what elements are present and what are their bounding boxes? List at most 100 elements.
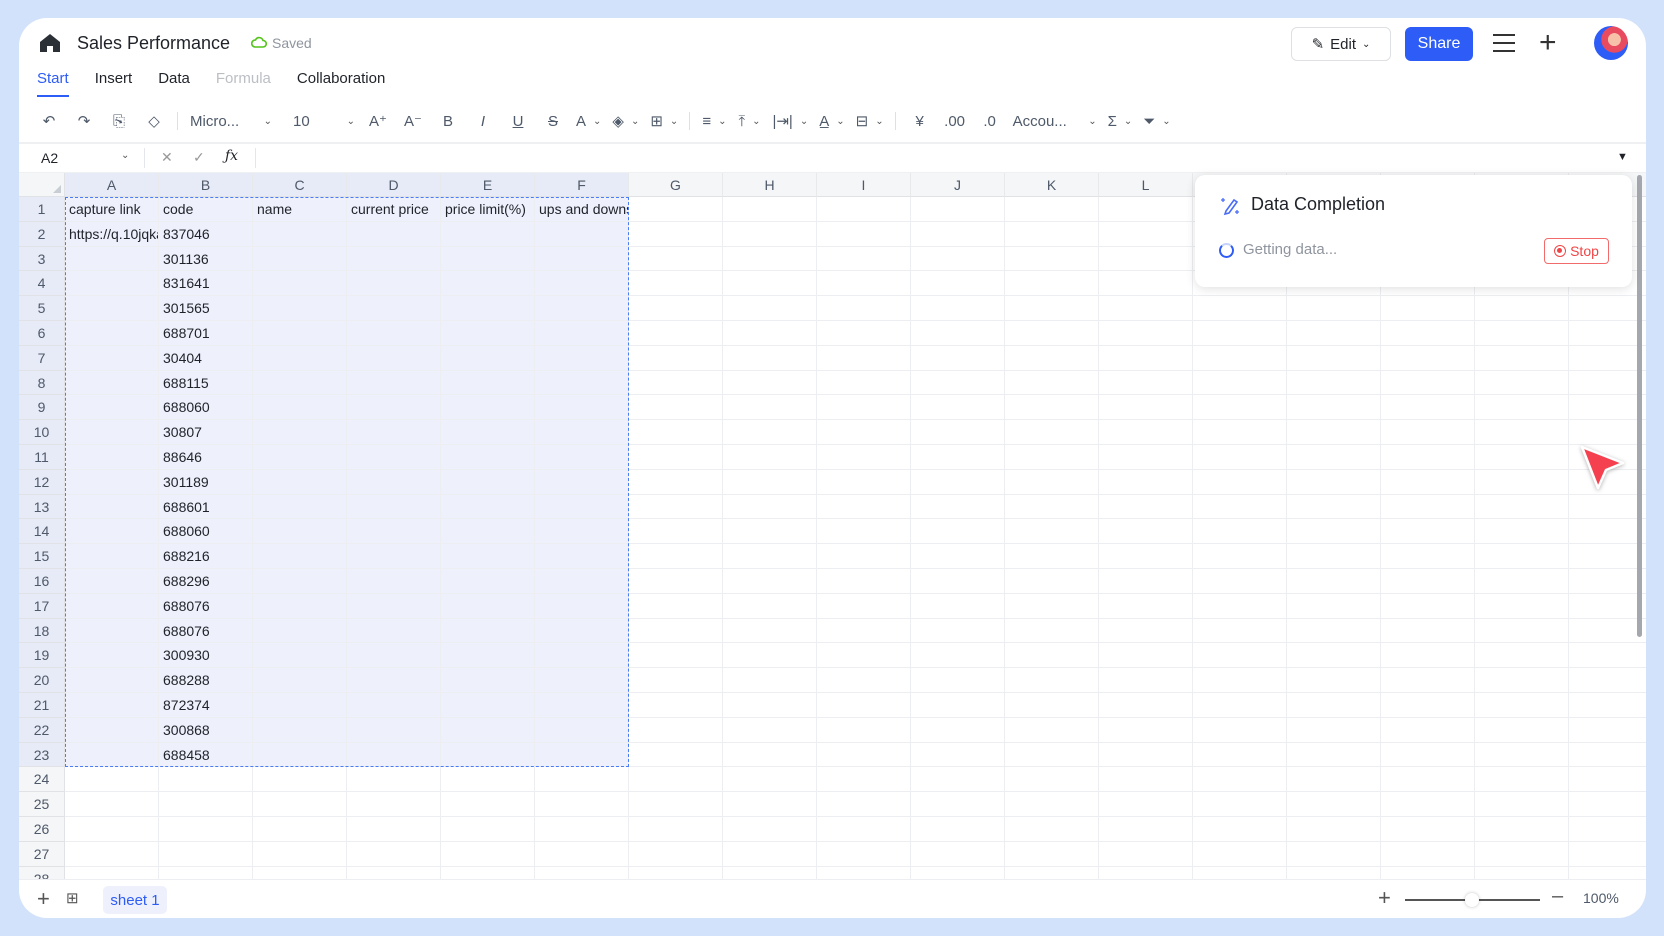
cell-F13[interactable] bbox=[535, 494, 629, 520]
cell-N26[interactable] bbox=[1287, 817, 1381, 842]
cell-J3[interactable] bbox=[911, 246, 1005, 272]
cell-G9[interactable] bbox=[629, 395, 723, 421]
cell-B15[interactable]: 688216 bbox=[159, 544, 253, 569]
add-sheet-icon[interactable]: + bbox=[37, 886, 50, 912]
formula-input[interactable] bbox=[267, 150, 1567, 168]
cell-O5[interactable] bbox=[1381, 296, 1475, 321]
cell-O8[interactable] bbox=[1381, 370, 1475, 396]
column-header[interactable]: J bbox=[911, 173, 1005, 197]
cell-I28[interactable] bbox=[817, 866, 911, 879]
cell-O25[interactable] bbox=[1381, 792, 1475, 817]
cell-C5[interactable] bbox=[253, 296, 347, 321]
sheet-tab[interactable]: sheet 1 bbox=[103, 886, 167, 914]
cell-O6[interactable] bbox=[1381, 321, 1475, 346]
row-header[interactable]: 25 bbox=[19, 792, 65, 817]
cell-Q18[interactable] bbox=[1569, 619, 1646, 644]
cell-K28[interactable] bbox=[1005, 866, 1099, 879]
cell-N24[interactable] bbox=[1287, 767, 1381, 793]
number-format-select[interactable]: Accou... ⌄ bbox=[1013, 108, 1097, 134]
cell-C9[interactable] bbox=[253, 395, 347, 421]
cell-B6[interactable]: 688701 bbox=[159, 321, 253, 346]
cell-D15[interactable] bbox=[347, 544, 441, 569]
cell-O9[interactable] bbox=[1381, 395, 1475, 421]
cell-F22[interactable] bbox=[535, 717, 629, 743]
cell-E22[interactable] bbox=[441, 717, 535, 743]
cell-A7[interactable] bbox=[65, 345, 159, 371]
cell-I11[interactable] bbox=[817, 445, 911, 470]
cell-D22[interactable] bbox=[347, 717, 441, 743]
cell-J7[interactable] bbox=[911, 345, 1005, 371]
cell-L21[interactable] bbox=[1099, 693, 1193, 718]
cell-G14[interactable] bbox=[629, 519, 723, 545]
cell-F18[interactable] bbox=[535, 618, 629, 644]
cell-I24[interactable] bbox=[817, 767, 911, 793]
row-header[interactable]: 5 bbox=[19, 296, 65, 321]
cell-K4[interactable] bbox=[1005, 271, 1099, 297]
cell-M7[interactable] bbox=[1193, 345, 1287, 371]
cell-A2[interactable]: https://q.10jqka bbox=[65, 221, 159, 247]
cell-C12[interactable] bbox=[253, 469, 347, 495]
cell-M28[interactable] bbox=[1193, 866, 1287, 879]
cell-G8[interactable] bbox=[629, 370, 723, 396]
cell-B20[interactable]: 688288 bbox=[159, 668, 253, 693]
column-header[interactable]: I bbox=[817, 173, 911, 197]
row-header[interactable]: 2 bbox=[19, 221, 65, 247]
cell-H12[interactable] bbox=[723, 469, 817, 495]
cell-K19[interactable] bbox=[1005, 643, 1099, 669]
cell-N22[interactable] bbox=[1287, 717, 1381, 743]
cell-A23[interactable] bbox=[65, 742, 159, 768]
cell-F1[interactable]: ups and downs bbox=[535, 197, 629, 222]
cell-K11[interactable] bbox=[1005, 445, 1099, 470]
cell-E1[interactable]: price limit(%) bbox=[441, 197, 535, 222]
cell-L14[interactable] bbox=[1099, 519, 1193, 545]
cell-O16[interactable] bbox=[1381, 569, 1475, 594]
cell-G4[interactable] bbox=[629, 271, 723, 297]
cell-H21[interactable] bbox=[723, 693, 817, 718]
cell-B4[interactable]: 831641 bbox=[159, 271, 253, 297]
cell-A11[interactable] bbox=[65, 445, 159, 470]
cell-M22[interactable] bbox=[1193, 717, 1287, 743]
cell-K20[interactable] bbox=[1005, 668, 1099, 693]
cell-M12[interactable] bbox=[1193, 469, 1287, 495]
cell-H24[interactable] bbox=[723, 767, 817, 793]
cell-P20[interactable] bbox=[1475, 668, 1569, 693]
cell-B1[interactable]: code bbox=[159, 197, 253, 222]
cell-K12[interactable] bbox=[1005, 469, 1099, 495]
cell-M23[interactable] bbox=[1193, 742, 1287, 768]
cell-I20[interactable] bbox=[817, 668, 911, 693]
cell-F15[interactable] bbox=[535, 544, 629, 569]
cell-I9[interactable] bbox=[817, 395, 911, 421]
cell-K9[interactable] bbox=[1005, 395, 1099, 421]
cell-B2[interactable]: 837046 bbox=[159, 221, 253, 247]
cell-L9[interactable] bbox=[1099, 395, 1193, 421]
cell-F4[interactable] bbox=[535, 271, 629, 297]
cell-J27[interactable] bbox=[911, 841, 1005, 867]
cell-D24[interactable] bbox=[347, 767, 441, 793]
cell-H18[interactable] bbox=[723, 618, 817, 644]
cell-A20[interactable] bbox=[65, 668, 159, 693]
cell-D11[interactable] bbox=[347, 445, 441, 470]
cell-J9[interactable] bbox=[911, 395, 1005, 421]
cell-H17[interactable] bbox=[723, 593, 817, 619]
cell-A22[interactable] bbox=[65, 717, 159, 743]
cell-A9[interactable] bbox=[65, 395, 159, 421]
cell-J4[interactable] bbox=[911, 271, 1005, 297]
zoom-in-icon[interactable]: + bbox=[1378, 885, 1391, 911]
cell-I4[interactable] bbox=[817, 271, 911, 297]
vertical-align-icon[interactable]: ⤒ ⌄ bbox=[737, 108, 761, 134]
cell-J12[interactable] bbox=[911, 469, 1005, 495]
column-header[interactable]: B bbox=[159, 173, 253, 197]
cell-P13[interactable] bbox=[1475, 494, 1569, 520]
cell-N11[interactable] bbox=[1287, 445, 1381, 470]
cell-H25[interactable] bbox=[723, 792, 817, 817]
cell-G13[interactable] bbox=[629, 494, 723, 520]
cell-K22[interactable] bbox=[1005, 717, 1099, 743]
cell-D28[interactable] bbox=[347, 866, 441, 879]
cell-C17[interactable] bbox=[253, 593, 347, 619]
cell-I10[interactable] bbox=[817, 420, 911, 445]
cell-P11[interactable] bbox=[1475, 445, 1569, 470]
cell-J14[interactable] bbox=[911, 519, 1005, 545]
cell-H5[interactable] bbox=[723, 296, 817, 321]
cell-D20[interactable] bbox=[347, 668, 441, 693]
decrease-font-icon[interactable]: A⁻ bbox=[401, 108, 425, 134]
